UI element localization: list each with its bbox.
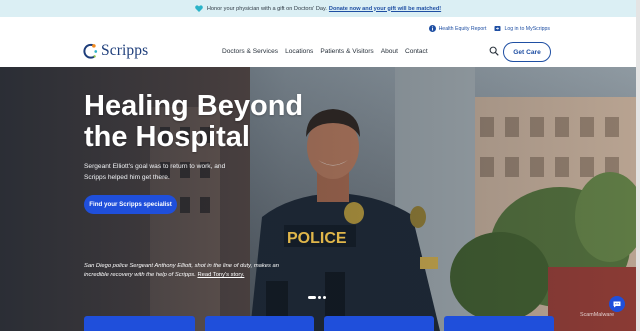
chat-icon — [613, 301, 621, 307]
logo-mark-icon — [83, 43, 98, 59]
carousel-dot-1[interactable] — [308, 296, 316, 299]
scripps-logo[interactable]: Scripps — [83, 42, 148, 60]
get-care-button[interactable]: Get Care — [503, 42, 551, 62]
info-icon — [428, 25, 436, 32]
hero-banner: POLICE Healing Beyond the Hospital Serge… — [0, 67, 636, 331]
quick-link-card-1[interactable] — [84, 316, 195, 331]
health-equity-label: Health Equity Report — [438, 25, 487, 32]
nav-item-patients-visitors[interactable]: Patients & Visitors — [320, 48, 373, 55]
quick-link-card-4[interactable] — [444, 316, 554, 331]
main-nav: Doctors & Services Locations Patients & … — [222, 48, 428, 55]
quick-link-card-2[interactable] — [205, 316, 314, 331]
hero-body: Sergeant Elliott's goal was to return to… — [84, 163, 226, 181]
nav-item-contact[interactable]: Contact — [405, 48, 428, 55]
hero-title: Healing Beyond the Hospital — [84, 90, 304, 153]
login-link[interactable]: Log in to MyScripps — [494, 25, 550, 32]
carousel-dots — [308, 296, 326, 299]
announcement-bar: Honor your physician with a gift on Doct… — [0, 0, 636, 17]
quick-link-cards — [84, 316, 554, 331]
donate-link[interactable]: Donate now and your gift will be matched… — [329, 6, 441, 12]
utility-links: Health Equity Report Log in to MyScripps — [428, 25, 550, 32]
read-story-link[interactable]: Read Tony's story. — [197, 272, 244, 278]
nav-item-locations[interactable]: Locations — [285, 48, 313, 55]
quick-link-card-3[interactable] — [324, 316, 434, 331]
search-icon[interactable] — [489, 46, 499, 56]
login-label: Log in to MyScripps — [504, 25, 550, 32]
brand-name: Scripps — [101, 42, 149, 59]
watermark-text: ScamMalware — [580, 312, 615, 318]
find-specialist-button[interactable]: Find your Scripps specialist — [84, 195, 177, 214]
login-icon — [494, 26, 501, 31]
police-badge-text: POLICE — [287, 230, 347, 247]
nav-item-about[interactable]: About — [381, 48, 398, 55]
page: Honor your physician with a gift on Doct… — [0, 0, 640, 331]
hero-caption: San Diego police Sergeant Anthony Elliot… — [84, 262, 304, 280]
carousel-dot-3[interactable] — [323, 296, 326, 299]
announcement-text: Honor your physician with a gift on Doct… — [206, 5, 327, 12]
chat-button[interactable] — [609, 296, 625, 312]
hero-caption-text: San Diego police Sergeant Anthony Elliot… — [84, 263, 279, 278]
health-equity-link[interactable]: Health Equity Report — [428, 25, 487, 32]
nav-item-doctors-services[interactable]: Doctors & Services — [222, 48, 278, 55]
carousel-dot-2[interactable] — [318, 296, 321, 299]
heart-icon — [195, 5, 203, 12]
